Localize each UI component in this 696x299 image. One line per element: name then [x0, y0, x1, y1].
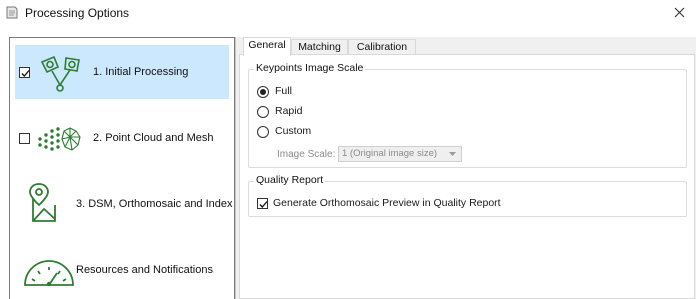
checkmark-icon [259, 201, 268, 208]
step-label: Resources and Notifications [76, 264, 213, 276]
map-icon [29, 183, 56, 222]
keypoints-image-scale-group: Keypoints Image Scale Full Rapid Custom … [248, 62, 687, 168]
step-point-cloud-mesh[interactable]: 2. Point Cloud and Mesh [15, 111, 229, 165]
step-checkbox[interactable] [19, 133, 30, 144]
tab-matching[interactable]: Matching [291, 39, 348, 55]
step-label: 3. DSM, Orthomosaic and Index [76, 198, 233, 210]
step-label: 1. Initial Processing [93, 66, 189, 78]
quality-report-group: Quality Report Generate Orthomosaic Prev… [248, 174, 687, 217]
close-button[interactable] [664, 0, 696, 27]
chevron-down-icon [449, 152, 456, 156]
tab-label: Matching [298, 41, 341, 53]
radio-label: Rapid [275, 105, 303, 117]
app-icon [6, 6, 18, 19]
point-cloud-icon [38, 127, 81, 151]
window-title: Processing Options [25, 6, 130, 20]
options-area: General Matching Calibration Keypoints I… [235, 37, 696, 299]
step-initial-processing[interactable]: 1. Initial Processing [15, 45, 229, 99]
tab-general[interactable]: General [243, 37, 291, 56]
step-label: 2. Point Cloud and Mesh [93, 132, 214, 144]
tab-label: Calibration [356, 41, 408, 53]
step-dsm-orthomosaic-index[interactable]: 3. DSM, Orthomosaic and Index [15, 177, 233, 231]
steps-panel: 1. Initial Processing 2. Point Cloud and… [9, 37, 235, 299]
radio-label: Custom [275, 125, 312, 137]
step-resources-notifications[interactable]: Resources and Notifications [15, 243, 229, 297]
radio-button[interactable] [257, 86, 269, 98]
radio-button[interactable] [257, 106, 269, 118]
general-tab-content: Keypoints Image Scale Full Rapid Custom … [239, 54, 695, 299]
image-scale-select[interactable]: 1 (Original image size) [338, 146, 462, 162]
tab-calibration[interactable]: Calibration [348, 39, 416, 55]
image-scale-value: 1 (Original image size) [342, 148, 438, 159]
tab-label: General [248, 39, 286, 51]
group-title: Quality Report [254, 174, 326, 186]
close-icon [674, 7, 685, 18]
orthomosaic-preview-label: Generate Orthomosaic Preview in Quality … [273, 197, 501, 209]
orthomosaic-preview-checkbox[interactable] [257, 198, 268, 209]
checkmark-icon [21, 70, 30, 77]
group-title: Keypoints Image Scale [254, 62, 366, 74]
step-checkbox[interactable] [19, 67, 30, 78]
gauge-icon [24, 260, 74, 287]
keypoints-icon [40, 55, 80, 92]
radio-button[interactable] [257, 126, 269, 138]
title-bar: Processing Options [0, 0, 696, 27]
image-scale-label: Image Scale: [277, 149, 336, 160]
radio-label: Full [275, 85, 292, 97]
